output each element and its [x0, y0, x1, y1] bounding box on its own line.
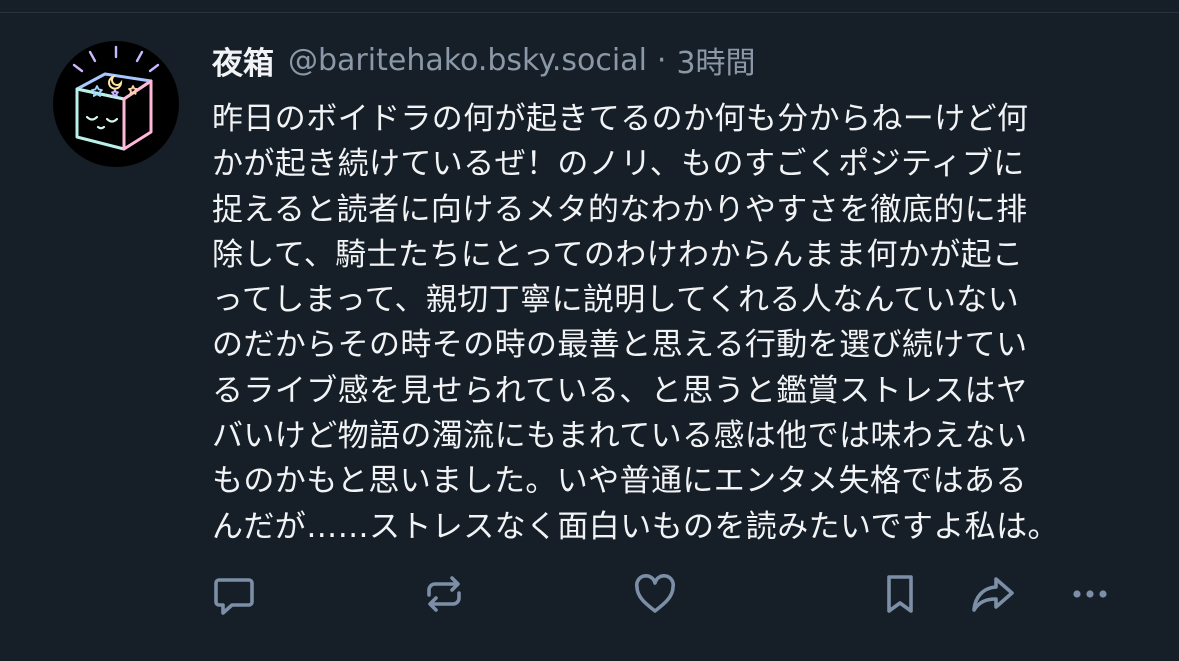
- author-handle[interactable]: @baritehako.bsky.social: [288, 43, 647, 78]
- repost-icon: [427, 576, 461, 612]
- header-separator: ·: [656, 42, 667, 78]
- heart-icon: [634, 573, 676, 613]
- share-button[interactable]: [967, 568, 1019, 620]
- reply-button[interactable]: [208, 568, 260, 620]
- post: 夜箱 @baritehako.bsky.social · 3時間 昨日のボイドラ…: [0, 0, 1179, 661]
- post-timestamp[interactable]: 3時間: [676, 38, 755, 82]
- avatar[interactable]: [53, 41, 179, 167]
- post-text: 昨日のボイドラの何が起きてるのか何も分からねーけど何 かが起き続けているぜ！のノ…: [212, 101, 1059, 545]
- author-display-name[interactable]: 夜箱: [212, 38, 274, 83]
- more-options-button[interactable]: [1064, 568, 1116, 620]
- repost-button[interactable]: [418, 568, 470, 620]
- neon-box-avatar-icon: [72, 45, 160, 151]
- more-icon: [1073, 590, 1107, 598]
- bookmark-button[interactable]: [874, 568, 926, 620]
- bookmark-icon: [887, 575, 913, 613]
- reply-icon: [214, 578, 254, 615]
- post-header: 夜箱 @baritehako.bsky.social · 3時間: [212, 38, 756, 82]
- like-button[interactable]: [629, 568, 681, 620]
- share-icon: [972, 577, 1014, 612]
